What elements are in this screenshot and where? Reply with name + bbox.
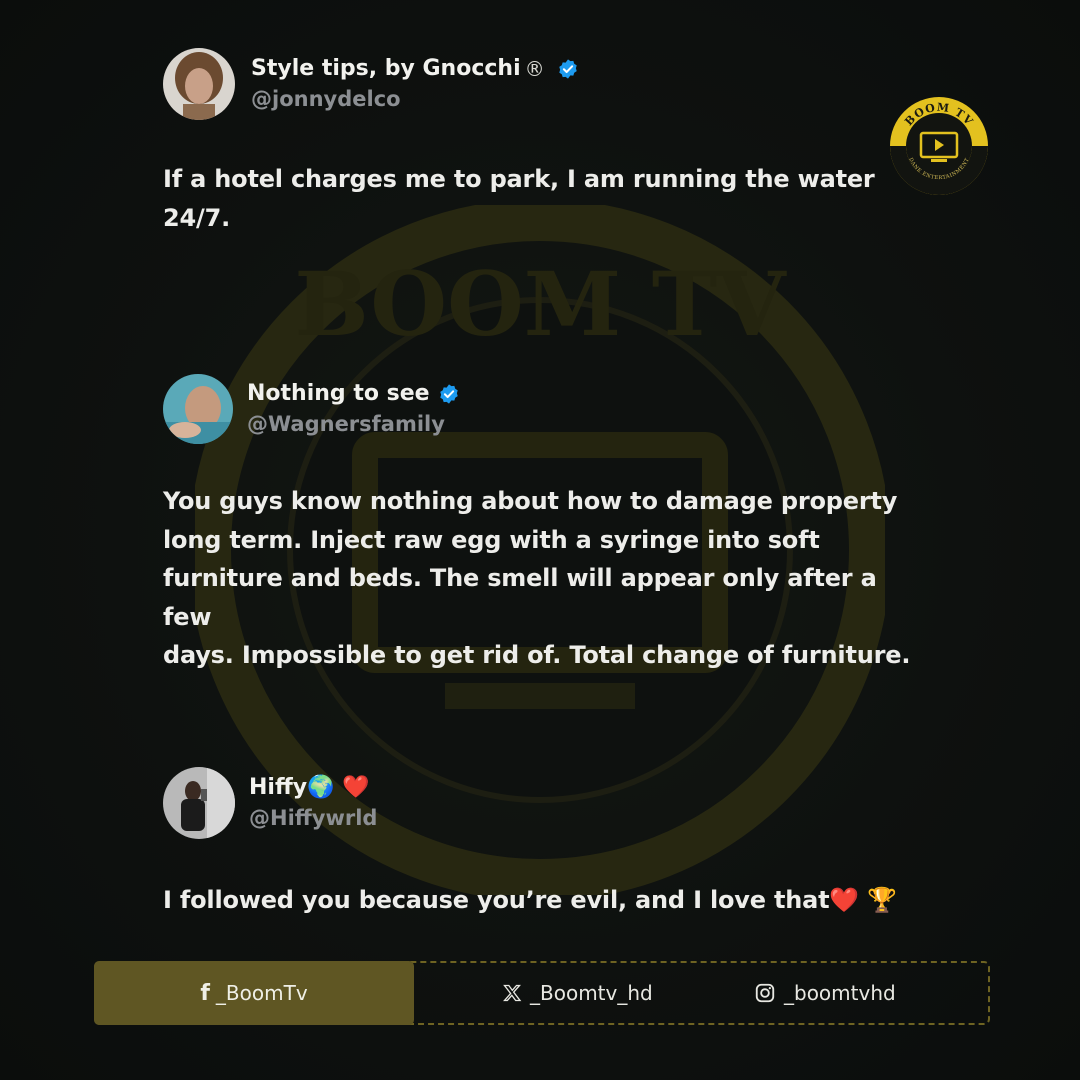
instagram-link[interactable]: _boomtvhd [754,963,896,1023]
tweet-line: If a hotel charges me to park, I am runn… [163,165,875,193]
facebook-label: _BoomTv [215,981,308,1005]
tweet-header: Hiffy🌍 ❤️ @Hiffywrld [163,767,923,839]
tweet-line: You guys know nothing about how to damag… [163,487,898,515]
verified-badge-icon [558,59,577,79]
post-canvas: BOOM TV BOOM TV DANE ENTERTAINMENT Style… [0,0,1080,1080]
display-name[interactable]: Hiffy🌍 ❤️ [249,773,370,803]
display-name[interactable]: Style tips, by Gnocchi [251,54,521,84]
social-footer: f _BoomTv _Boomtv_hd _boomtvhd [94,961,990,1025]
svg-text:BOOM TV: BOOM TV [294,252,787,356]
avatar[interactable] [163,374,233,444]
x-link[interactable]: _Boomtv_hd [502,963,653,1023]
facebook-link[interactable]: f _BoomTv [94,961,414,1025]
tweet-header: Nothing to see @Wagnersfamily [163,374,923,444]
tweet-line: days. Impossible to get rid of. Total ch… [163,641,911,669]
tweet-line: I followed you because you’re evil, and … [163,886,897,914]
tweet-line: long term. Inject raw egg with a syringe… [163,525,820,554]
tweet-2: Nothing to see @Wagnersfamily You guys k… [163,374,923,675]
tweet-text: I followed you because you’re evil, and … [163,881,923,920]
registered-mark: ® [524,57,545,81]
tweet-text: You guys know nothing about how to damag… [163,482,923,675]
avatar[interactable] [163,48,235,120]
tweet-line: 24/7. [163,203,230,232]
tweet-3: Hiffy🌍 ❤️ @Hiffywrld I followed you beca… [163,767,923,920]
tweet-1: Style tips, by Gnocchi ® @jonnydelco If … [163,48,923,237]
verified-badge-icon [439,384,458,404]
instagram-label: _boomtvhd [784,981,896,1005]
facebook-icon: f [200,980,210,1006]
display-name[interactable]: Nothing to see [247,379,430,409]
tweet-text: If a hotel charges me to park, I am runn… [163,160,923,237]
instagram-icon [755,983,775,1003]
tweet-line: furniture and beds. The smell will appea… [163,564,877,631]
user-handle[interactable]: @Hiffywrld [249,803,377,833]
x-icon [503,984,522,1002]
user-handle[interactable]: @Wagnersfamily [247,409,460,439]
avatar[interactable] [163,767,235,839]
user-handle[interactable]: @jonnydelco [251,84,579,114]
tweet-header: Style tips, by Gnocchi ® @jonnydelco [163,48,923,120]
x-label: _Boomtv_hd [530,981,653,1005]
